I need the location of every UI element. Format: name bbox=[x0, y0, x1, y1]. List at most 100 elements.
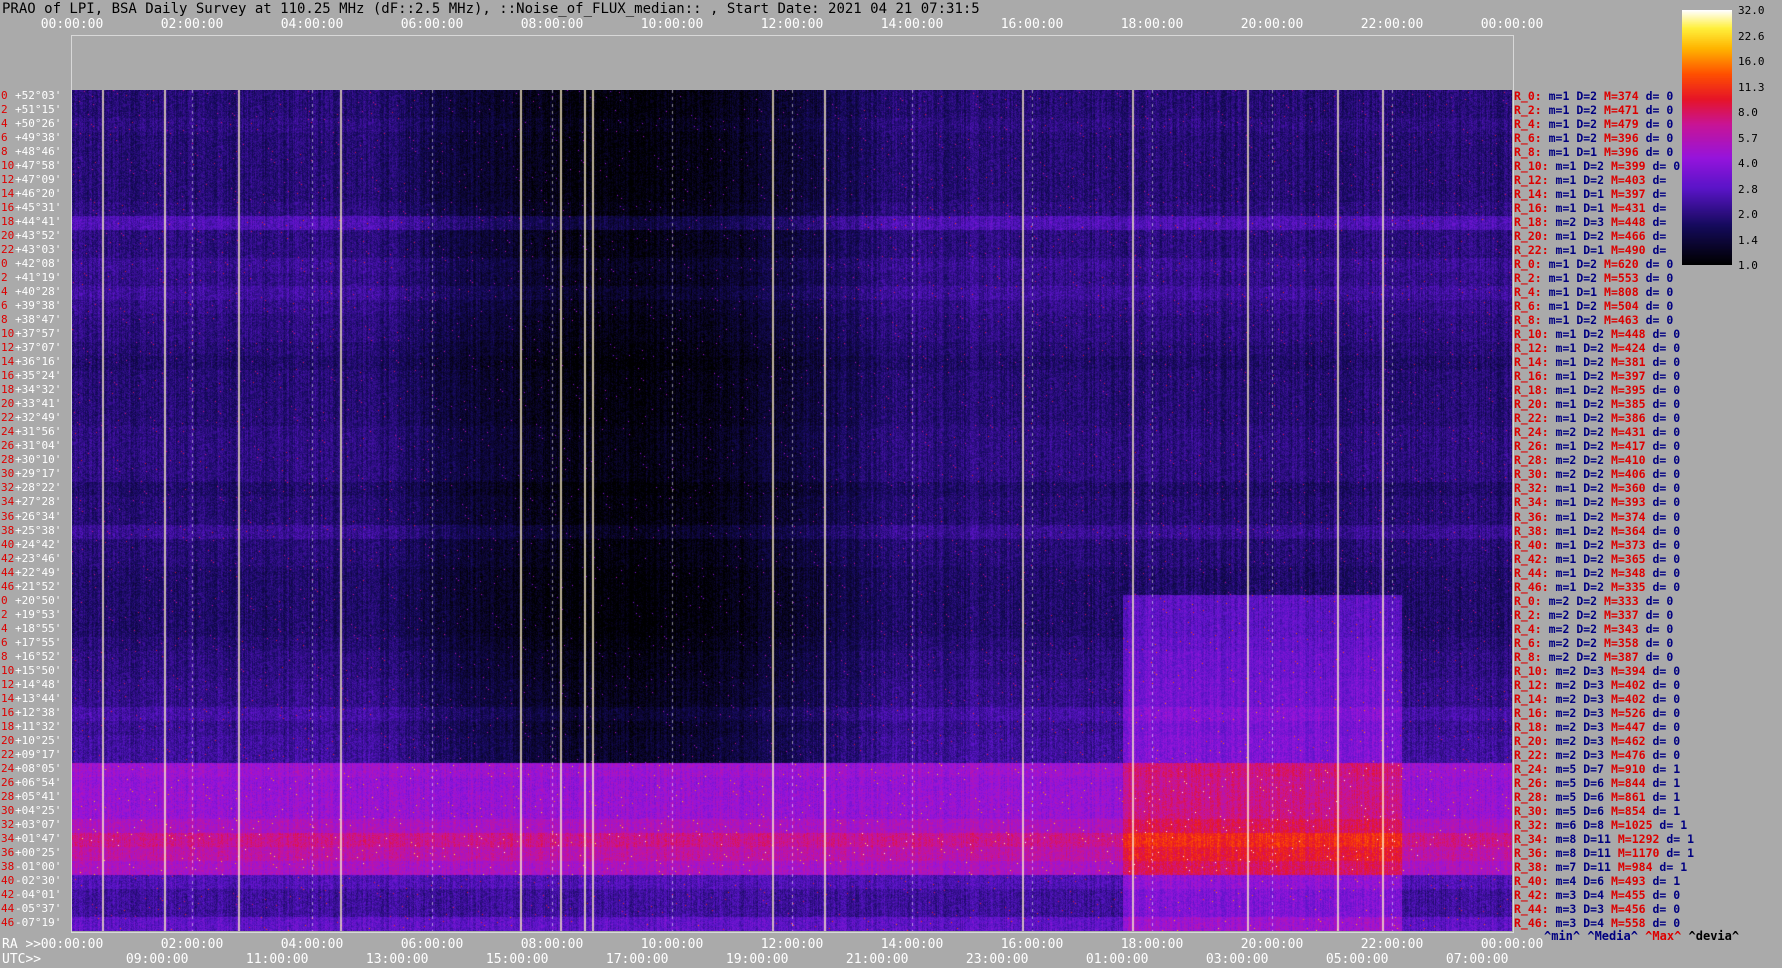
beam-index: 22 bbox=[1, 411, 15, 425]
beam-stat-m: m=1 bbox=[1548, 159, 1577, 174]
colorbar-tick-label: 4.0 bbox=[1738, 157, 1758, 170]
beam-index: 40 bbox=[1, 537, 15, 551]
colorbar-tick-label: 11.3 bbox=[1738, 80, 1765, 94]
ra-tick-label: 00:00:00 bbox=[40, 937, 104, 952]
beam-stat-d: D=2 bbox=[1576, 467, 1605, 482]
ra-prefix: RA >> bbox=[2, 937, 42, 952]
declination-label: 14+46°20' bbox=[0, 187, 61, 201]
declination-label: 24+08°05' bbox=[0, 762, 61, 776]
beam-stat-dev: d= 0 bbox=[1638, 103, 1674, 118]
beam-stat-dev: d= bbox=[1645, 187, 1667, 202]
declination-label: 22+09°17' bbox=[0, 748, 61, 762]
beam-stat-m: m=2 bbox=[1541, 635, 1570, 650]
declination-label: 44-05°37' bbox=[0, 902, 61, 916]
declination-label: 46-07°19' bbox=[0, 916, 61, 930]
beam-stat-dev: d= 0 bbox=[1645, 887, 1681, 902]
declination-label: 8 +48°46' bbox=[0, 145, 61, 159]
beam-index: 14 bbox=[1, 691, 15, 705]
declination-value: +31°56' bbox=[15, 425, 62, 439]
declination-value: +22°49' bbox=[15, 565, 62, 579]
beam-stat-m: m=1 bbox=[1541, 271, 1570, 286]
beam-stat-r: R_12: bbox=[1514, 341, 1549, 356]
beam-stat-row: R_26: m=1 D=2 M=417 d= 0 bbox=[1514, 439, 1680, 453]
beam-index: 12 bbox=[1, 341, 15, 355]
beam-index: 22 bbox=[1, 747, 15, 761]
top-ra-axis: 00:00:00 02:00:00 04:00:00 06:00:00 08:00:00… bbox=[0, 17, 1544, 33]
beam-stat-dev: d= bbox=[1645, 215, 1667, 230]
heatmap-canvas[interactable] bbox=[72, 90, 1512, 931]
beam-stat-row: R_44: m=1 D=2 M=348 d= 0 bbox=[1514, 566, 1680, 580]
beam-stat-M: M=394 bbox=[1604, 663, 1646, 678]
beam-stat-row: R_18: m=2 D=3 M=448 d= bbox=[1514, 215, 1666, 229]
beam-stat-row: R_20: m=1 D=2 M=466 d= bbox=[1514, 229, 1666, 243]
declination-value: +23°46' bbox=[15, 551, 62, 565]
declination-label: 34+27°28' bbox=[0, 495, 61, 509]
declination-label: 0 +20°50' bbox=[0, 594, 61, 608]
beam-stat-dev: d= 0 bbox=[1638, 607, 1674, 622]
beam-stat-row: R_6: m=1 D=2 M=504 d= 0 bbox=[1514, 299, 1673, 313]
beam-stat-row: R_8: m=1 D=1 M=396 d= 0 bbox=[1514, 145, 1673, 159]
declination-value: +45°31' bbox=[15, 201, 62, 215]
declination-label: 26+06°54' bbox=[0, 776, 61, 790]
beam-stat-m: m=1 bbox=[1548, 327, 1577, 342]
beam-stat-M: M=402 bbox=[1604, 691, 1646, 706]
beam-stat-row: R_8: m=2 D=2 M=387 d= 0 bbox=[1514, 650, 1673, 664]
beam-stat-m: m=1 bbox=[1548, 341, 1577, 356]
beam-index: 8 bbox=[1, 649, 8, 663]
beam-index: 16 bbox=[1, 201, 15, 215]
beam-stat-m: m=2 bbox=[1548, 705, 1577, 720]
beam-stat-row: R_38: m=1 D=2 M=364 d= 0 bbox=[1514, 524, 1680, 538]
declination-value: +24°42' bbox=[15, 537, 62, 551]
colorbar-tick-label: 22.6 bbox=[1738, 29, 1765, 43]
beam-stat-d: D=2 bbox=[1576, 327, 1605, 342]
beam-stat-dev: d= 0 bbox=[1638, 635, 1674, 650]
beam-stat-dev: d= 0 bbox=[1645, 565, 1681, 580]
legend-devia: ^devia^ bbox=[1688, 929, 1740, 943]
declination-label: 16+35°24' bbox=[0, 369, 61, 383]
declination-label: 14+36°16' bbox=[0, 355, 61, 369]
declination-value: +01°47' bbox=[15, 831, 62, 845]
beam-stat-r: R_26: bbox=[1514, 439, 1549, 454]
beam-stat-dev: d= 1 bbox=[1659, 845, 1695, 860]
beam-stat-r: R_46: bbox=[1514, 579, 1549, 594]
beam-stat-r: R_32: bbox=[1514, 817, 1549, 832]
beam-stat-row: R_40: m=1 D=2 M=373 d= 0 bbox=[1514, 538, 1680, 552]
beam-stat-r: R_34: bbox=[1514, 495, 1549, 510]
declination-value: +03°07' bbox=[15, 817, 62, 831]
declination-label: 18+44°41' bbox=[0, 215, 61, 229]
beam-stat-r: R_10: bbox=[1514, 159, 1549, 174]
beam-index: 24 bbox=[1, 425, 15, 439]
beam-stat-dev: d= 0 bbox=[1645, 523, 1681, 538]
declination-value: +25°38' bbox=[15, 523, 62, 537]
bottom-ra-axis: RA >> 00:00:00 02:00:00 04:00:00 06:00:00 08… bbox=[0, 937, 1782, 952]
beam-stat-r: R_32: bbox=[1514, 481, 1549, 496]
beam-stat-m: m=5 bbox=[1548, 803, 1577, 818]
declination-label: 40+24°42' bbox=[0, 538, 61, 552]
declination-label: 32+03°07' bbox=[0, 818, 61, 832]
beam-stat-r: R_44: bbox=[1514, 901, 1549, 916]
beam-stat-m: m=3 bbox=[1548, 915, 1577, 930]
beam-index: 28 bbox=[1, 453, 15, 467]
bottom-utc-axis: UTC>> 09:00:00 11:00:00 13:00:00 15:00:00 17… bbox=[0, 952, 1782, 967]
beam-index: 12 bbox=[1, 173, 15, 187]
declination-value: +12°38' bbox=[15, 705, 62, 719]
colorbar bbox=[1682, 10, 1732, 265]
beam-stat-m: m=1 bbox=[1548, 523, 1577, 538]
beam-stat-r: R_36: bbox=[1514, 845, 1549, 860]
beam-stat-M: M=348 bbox=[1604, 565, 1646, 580]
beam-stat-d: D=6 bbox=[1576, 873, 1605, 888]
beam-stat-d: D=2 bbox=[1576, 495, 1605, 510]
beam-index: 30 bbox=[1, 467, 15, 481]
ra-tick-label: 04:00:00 bbox=[280, 937, 344, 952]
beam-stat-row: R_4: m=1 D=1 M=808 d= 0 bbox=[1514, 285, 1673, 299]
declination-value: +17°55' bbox=[15, 635, 62, 649]
beam-stat-m: m=1 bbox=[1548, 495, 1577, 510]
beam-stat-row: R_6: m=2 D=2 M=358 d= 0 bbox=[1514, 636, 1673, 650]
beam-stat-M: M=462 bbox=[1604, 733, 1646, 748]
beam-index: 4 bbox=[1, 621, 8, 635]
beam-index: 6 bbox=[1, 635, 8, 649]
beam-stat-row: R_10: m=1 D=2 M=399 d= 0 bbox=[1514, 159, 1680, 173]
beam-stat-dev: d= 0 bbox=[1638, 89, 1674, 103]
declination-label: 2 +51°15' bbox=[0, 103, 61, 117]
declination-value: +39°38' bbox=[15, 299, 62, 313]
